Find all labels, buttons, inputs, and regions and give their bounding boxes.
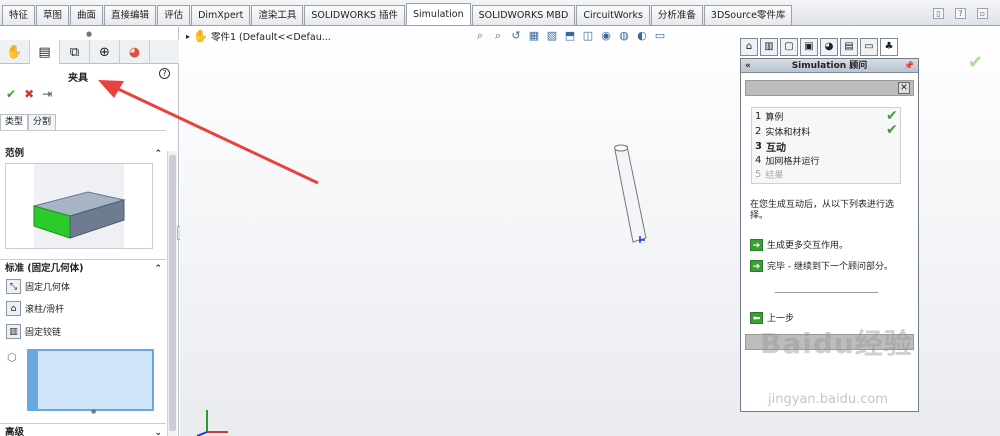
pin-icon[interactable]: 📌 (904, 59, 914, 73)
cylinder-model (614, 144, 647, 243)
advisor-header-bar: ✕ (745, 80, 914, 96)
folder-icon[interactable]: ▢ (780, 38, 798, 56)
step-interactions[interactable]: 3 互动 (755, 139, 786, 154)
triad-icon (196, 410, 228, 436)
watermark-logo: Baidu经验 (760, 327, 913, 360)
annotation-arrow-line (115, 86, 319, 185)
palette-icon[interactable]: ▣ (800, 38, 818, 56)
advisor-steps: 1 算例 2 实体和材料 3 互动 4 加网格并运行 5 结果 ✔ ✔ (751, 107, 901, 184)
home-icon[interactable]: ⌂ (740, 38, 758, 56)
step-mesh-run[interactable]: 4 加网格并运行 (755, 154, 819, 167)
divider (775, 292, 878, 293)
step-bodies-materials[interactable]: 2 实体和材料 (755, 125, 810, 138)
link-label: 生成更多交互作用。 (767, 241, 849, 251)
confirm-check-icon[interactable]: ✔ (968, 52, 983, 73)
check-icon: ✔ (886, 122, 898, 138)
appearance-icon[interactable]: ◕ (820, 38, 838, 56)
arrow-right-icon: ➔ (750, 259, 763, 272)
library-icon[interactable]: ▥ (760, 38, 778, 56)
advisor-description: 在您生成互动后，从以下列表进行选择。 (750, 200, 895, 221)
done-continue-link[interactable]: ➔ 完毕 - 继续到下一个顾问部分。 (750, 259, 893, 272)
properties-icon[interactable]: ▤ (840, 38, 858, 56)
close-icon[interactable]: ✕ (898, 82, 910, 94)
create-more-interactions-link[interactable]: ➔ 生成更多交互作用。 (750, 238, 848, 251)
step-study[interactable]: 1 算例 (755, 110, 783, 123)
advisor-title: Simulation 顾问 (791, 61, 868, 71)
watermark-url: jingyan.baidu.com (768, 392, 888, 407)
task-pane-tabs: ⌂ ▥ ▢ ▣ ◕ ▤ ▭ ♣ (740, 38, 905, 58)
step-results: 5 结果 (755, 169, 784, 181)
advisor-title-bar: « Simulation 顾问 📌 (741, 59, 918, 73)
forum-icon[interactable]: ▭ (860, 38, 878, 56)
collapse-button[interactable]: « (745, 59, 751, 73)
link-label: 完毕 - 继续到下一个顾问部分。 (767, 262, 893, 272)
advisor-icon[interactable]: ♣ (880, 38, 898, 56)
arrow-right-icon: ➔ (750, 238, 763, 251)
